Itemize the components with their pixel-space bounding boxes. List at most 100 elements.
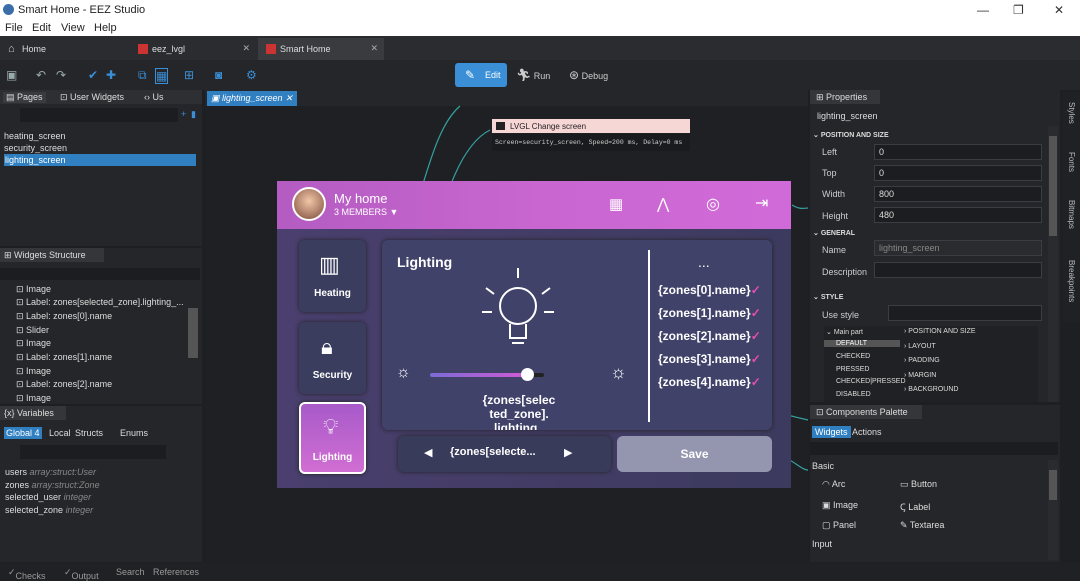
panel-icon: ▢ [822, 520, 831, 530]
section-general[interactable]: ⌄ GENERAL [813, 229, 855, 237]
target-icon[interactable]: ◎ [706, 194, 720, 214]
selected-object-label: lighting_screen [817, 111, 878, 121]
palette-title: ⊡ Components Palette [816, 407, 908, 417]
style-group[interactable]: › LAYOUT [904, 343, 936, 350]
side-tab-styles[interactable]: Styles [1067, 102, 1076, 124]
zone-name: {zones[3].name} [658, 352, 751, 366]
style-group[interactable]: › PADDING [904, 357, 940, 364]
slider-knob[interactable] [520, 368, 534, 381]
network-icon[interactable]: ⋀ [657, 195, 669, 213]
zone-item[interactable]: {zones[0].name}✓ [658, 283, 761, 297]
palette-item-arc[interactable]: ◠ Arc [822, 479, 845, 490]
palette-item-label: Textarea [909, 520, 945, 530]
state-checked[interactable]: CHECKED [836, 353, 870, 360]
palette-item-label: Label [908, 502, 931, 512]
palette-item-label-widget[interactable]: Ꞔ Label [900, 500, 930, 513]
state-checked-pressed[interactable]: CHECKED|PRESSED [836, 378, 906, 385]
zone-name: {zones[1].name} [658, 306, 751, 320]
members-count[interactable]: 3 MEMBERS ▼ [334, 207, 398, 217]
style-group[interactable]: › POSITION AND SIZE [904, 328, 976, 335]
status-references[interactable]: References [153, 567, 199, 577]
lighting-button[interactable]: 💡︎ Lighting [299, 402, 366, 474]
state-default[interactable]: DEFAULT [824, 340, 900, 347]
heating-button[interactable]: ▥ Heating [299, 240, 366, 312]
status-output-label: Output [71, 571, 99, 581]
palette-item-textarea[interactable]: ✎ Textarea [900, 520, 944, 531]
palette-item-button[interactable]: ▭ Button [900, 479, 937, 490]
use-style-label: Use style [822, 310, 860, 320]
side-tab-breakpoints[interactable]: Breakpoints [1067, 260, 1076, 302]
style-group-label: POSITION AND SIZE [908, 328, 976, 335]
properties-scrollbar[interactable] [1048, 126, 1058, 402]
zone-item[interactable]: {zones[1].name}✓ [658, 306, 761, 320]
lighting-card: Lighting ☼ ☼ {zones[selec ted_zone]. lig… [382, 240, 772, 430]
side-tab-fonts[interactable]: Fonts [1067, 152, 1076, 172]
sun-high-icon: ☼ [610, 362, 627, 382]
scroll-thumb[interactable] [1049, 136, 1057, 236]
palette-scrollbar[interactable] [1048, 460, 1058, 560]
style-group[interactable]: › MARGIN [904, 372, 936, 379]
security-button[interactable]: 🔒︎ Security [299, 322, 366, 394]
description-field[interactable] [874, 262, 1042, 278]
style-group-label: BACKGROUND [908, 386, 959, 393]
palette-item-image[interactable]: ▣ Image [822, 500, 858, 511]
top-field[interactable]: 0 [874, 165, 1042, 181]
image-icon: ▣ [822, 500, 831, 510]
radiator-icon: ▥ [319, 252, 340, 277]
status-checks-label: Checks [15, 571, 46, 581]
flow-node-body[interactable]: Screen=security_screen, Speed=200 ms, De… [492, 134, 690, 151]
flow-node-header[interactable]: LVGL Change screen [492, 119, 690, 133]
chevron-left-icon[interactable]: ◀ [424, 446, 432, 459]
section-position-label: POSITION AND SIZE [820, 132, 889, 139]
style-group[interactable]: › BACKGROUND [904, 386, 958, 393]
scroll-thumb[interactable] [1049, 470, 1057, 500]
components-palette: ⊡ Components Palette Widgets Actions Bas… [810, 405, 1060, 562]
section-position[interactable]: ⌄ POSITION AND SIZE [813, 131, 889, 139]
zone-item[interactable]: {zones[4].name}✓ [658, 375, 761, 389]
status-checks[interactable]: ✓ Checks [8, 567, 46, 581]
left-label: Left [822, 147, 838, 157]
avatar[interactable] [292, 187, 326, 221]
palette-tab-widgets[interactable]: Widgets [812, 426, 851, 438]
use-style-select[interactable] [888, 305, 1042, 321]
zone-item[interactable]: {zones[2].name}✓ [658, 329, 761, 343]
logout-icon[interactable]: ⇥ [755, 193, 768, 213]
zone-selector[interactable]: ◀ {zones[selecte... ▶ [398, 436, 611, 472]
save-button[interactable]: Save [617, 436, 772, 472]
state-pressed[interactable]: PRESSED [836, 366, 869, 373]
section-style[interactable]: ⌄ STYLE [813, 293, 843, 301]
palette-item-label: Button [911, 479, 938, 489]
width-field[interactable]: 800 [874, 186, 1042, 202]
side-tab-bitmaps[interactable]: Bitmaps [1067, 200, 1076, 229]
palette-tab-actions[interactable]: Actions [852, 427, 882, 437]
check-icon: ✓ [750, 283, 761, 297]
state-disabled[interactable]: DISABLED [836, 391, 871, 398]
lighting-slider[interactable] [430, 368, 544, 381]
status-output[interactable]: ✓ Output [64, 567, 99, 581]
palette-search-input[interactable] [810, 442, 1058, 455]
palette-section-input: Input [812, 539, 833, 549]
zone-item[interactable]: {zones[3].name}✓ [658, 352, 761, 366]
lvgl-icon [496, 122, 505, 130]
large-bulb-icon [482, 268, 554, 344]
chevron-right-icon[interactable]: ▶ [564, 446, 572, 459]
lighting-percent-label: {zones[selec ted_zone]. lighting_ Percen… [482, 393, 556, 430]
name-field[interactable]: lighting_screen [874, 240, 1042, 256]
palette-item-panel[interactable]: ▢ Panel [822, 520, 856, 531]
top-label: Top [822, 168, 837, 178]
more-icon[interactable]: ... [698, 254, 710, 270]
home-title: My home [334, 191, 388, 206]
palette-header: ⊡ Components Palette [810, 405, 922, 419]
section-style-label: STYLE [820, 294, 844, 301]
width-label: Width [822, 189, 846, 199]
calendar-icon[interactable]: ▦ [609, 195, 623, 213]
check-icon: ✓ [750, 306, 761, 320]
style-group-label: LAYOUT [908, 343, 936, 350]
state-main-part[interactable]: ⌄ Main part [826, 328, 863, 336]
palette-section-basic: Basic [812, 461, 835, 471]
properties-title: ⊞ Properties [816, 92, 868, 102]
zone-name: {zones[0].name} [658, 283, 751, 297]
left-field[interactable]: 0 [874, 144, 1042, 160]
height-field[interactable]: 480 [874, 207, 1042, 223]
status-search[interactable]: Search [116, 567, 145, 577]
